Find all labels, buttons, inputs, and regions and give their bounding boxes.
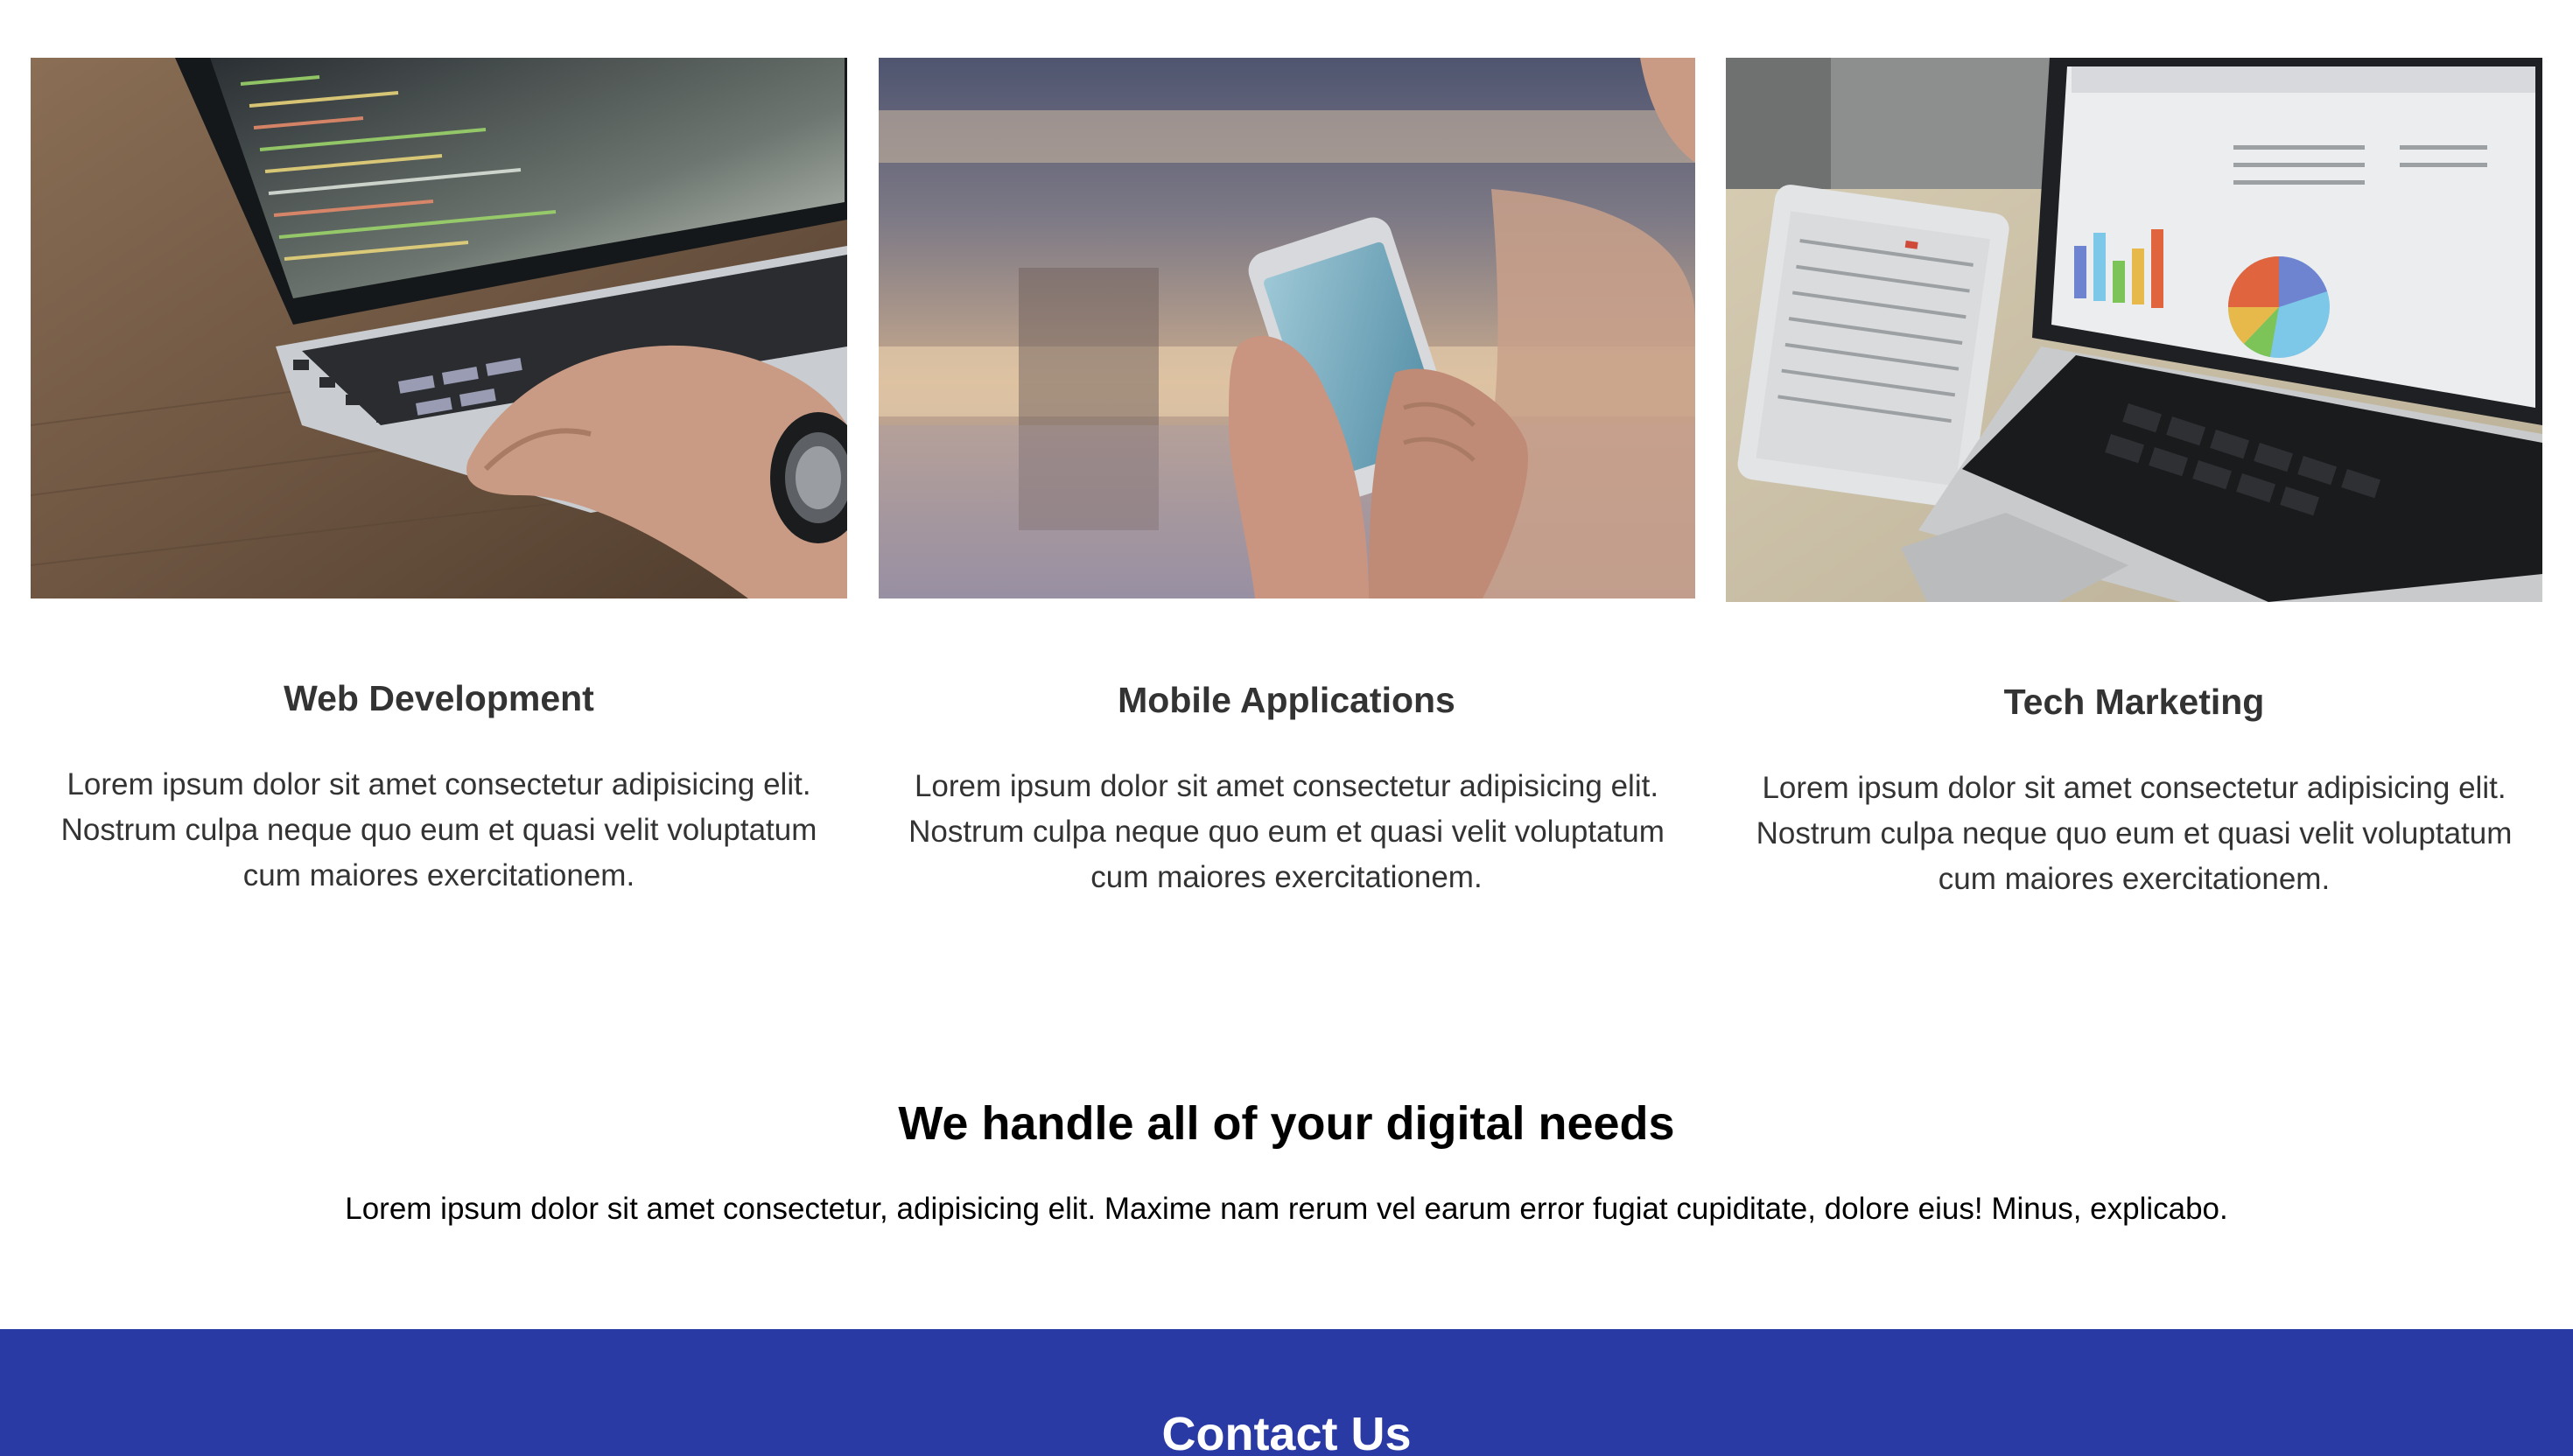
service-description: Lorem ipsum dolor sit amet consectetur a…	[1756, 771, 2513, 897]
contact-section: Contact Us	[0, 1329, 2573, 1456]
laptop-tablet-illustration	[1726, 58, 2542, 602]
contact-heading: Contact Us	[1161, 1408, 1412, 1456]
digital-needs-section: We handle all of your digital needs Lore…	[0, 1096, 2573, 1228]
service-card-tech-marketing: Tech Marketing Lorem ipsum dolor sit ame…	[1726, 58, 2542, 902]
service-title: Web Development	[284, 678, 594, 718]
service-title: Mobile Applications	[1118, 680, 1455, 720]
smartphone-in-hands-photo	[878, 58, 1695, 598]
page: Web Development Lorem ipsum dolor sit am…	[0, 0, 2573, 1456]
services-section: Web Development Lorem ipsum dolor sit am…	[31, 58, 2542, 902]
service-description: Lorem ipsum dolor sit amet consectetur a…	[60, 767, 817, 893]
digital-needs-heading: We handle all of your digital needs	[898, 1097, 1675, 1150]
digital-needs-description: Lorem ipsum dolor sit amet consectetur, …	[345, 1191, 2228, 1226]
service-card-web-development: Web Development Lorem ipsum dolor sit am…	[31, 58, 847, 902]
smartphone-hands-illustration	[878, 58, 1695, 598]
service-card-mobile-applications: Mobile Applications Lorem ipsum dolor si…	[878, 58, 1695, 902]
service-description: Lorem ipsum dolor sit amet consectetur a…	[908, 769, 1665, 895]
laptop-tablet-charts-photo	[1726, 58, 2542, 602]
laptop-coding-photo	[31, 58, 847, 598]
service-title: Tech Marketing	[2003, 682, 2265, 722]
laptop-coding-illustration	[31, 58, 847, 598]
